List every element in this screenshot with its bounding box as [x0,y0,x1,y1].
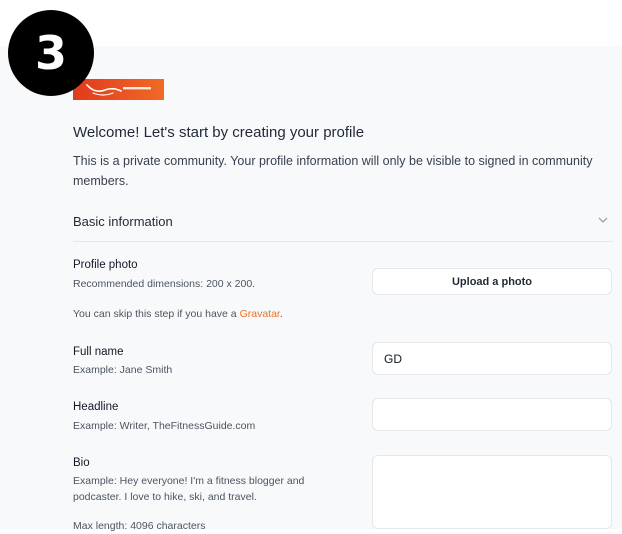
full-name-example: Example: Jane Smith [73,364,173,376]
bio-max-length: Max length: 4096 characters [73,520,206,532]
headline-example: Example: Writer, TheFitnessGuide.com [73,420,256,432]
full-name-label: Full name [73,346,124,358]
intro-description: This is a private community. Your profil… [73,154,593,188]
section-title: Basic information [73,214,173,229]
headline-input[interactable] [372,398,612,431]
bio-textarea[interactable] [372,455,612,529]
skip-hint-prefix: You can skip this step if you have a [73,308,240,320]
upload-photo-button[interactable]: Upload a photo [372,268,612,295]
chevron-down-icon[interactable] [597,213,609,231]
headline-label: Headline [73,401,119,413]
profile-photo-dimensions-hint: Recommended dimensions: 200 x 200. [73,278,256,290]
gravatar-skip-hint: You can skip this step if you have a Gra… [73,306,283,322]
gravatar-link[interactable]: Gravatar [240,308,280,320]
community-logo [73,79,164,100]
skip-hint-suffix: . [279,308,283,320]
bio-label: Bio [73,457,90,469]
profile-photo-label: Profile photo [73,259,138,271]
page-title: Welcome! Let's start by creating your pr… [73,124,365,141]
step-number-badge: 3 [8,10,94,96]
basic-information-section-header[interactable]: Basic information [73,213,613,242]
full-name-input[interactable] [372,342,612,375]
bio-example: Example: Hey everyone! I'm a fitness blo… [73,475,305,503]
